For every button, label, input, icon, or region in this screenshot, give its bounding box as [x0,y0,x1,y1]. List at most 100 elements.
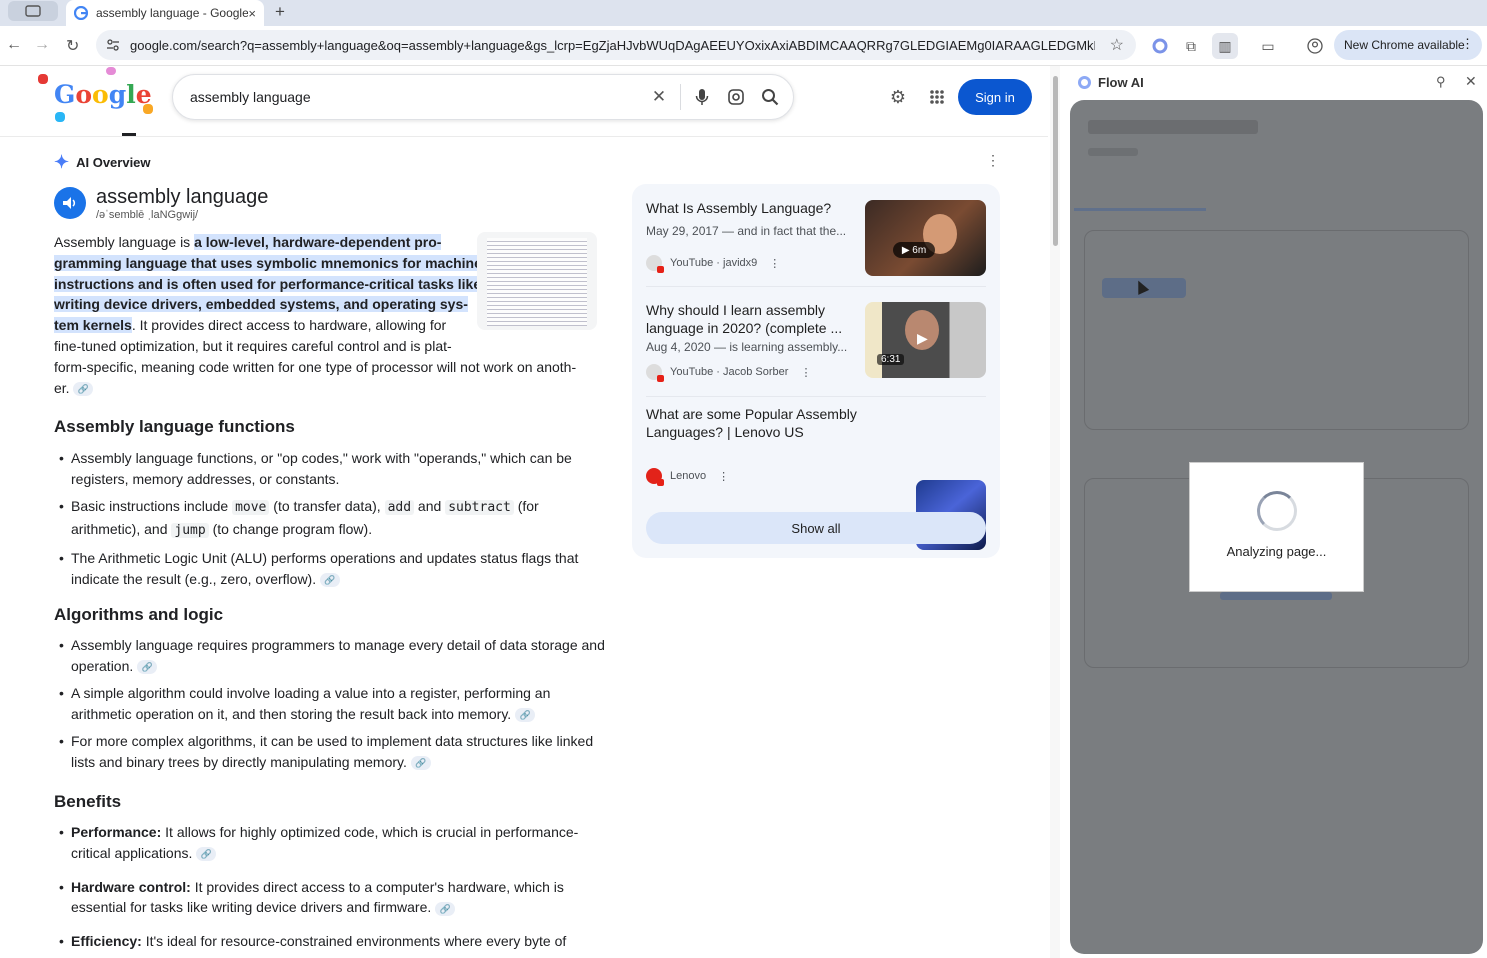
section-heading-functions: Assembly language functions [54,417,295,436]
settings-gear-icon[interactable]: ⚙ [887,86,909,108]
video-title[interactable]: Why should I learn assembly language in … [646,302,846,337]
tab-title: assembly language - Google [96,6,249,20]
list-item: Performance: It allows for highly optimi… [59,822,611,864]
tab-close-icon[interactable]: × [248,6,256,21]
search-results-page: Google assembly language ✕ ⚙ Sign in ✦ A… [0,66,1048,958]
side-panel-icon[interactable]: ▥ [1212,33,1238,59]
address-bar[interactable]: google.com/search?q=assembly+language&oq… [96,30,1136,60]
video-result[interactable]: What Is Assembly Language? May 29, 2017 … [646,200,986,286]
active-tab-indicator [122,133,136,136]
analyzing-dialog: Analyzing page... [1189,462,1364,592]
ai-overview-more-icon[interactable]: ⋮ [986,152,1000,169]
voice-search-icon[interactable] [685,80,719,114]
channel-avatar [646,364,664,382]
profile-icon[interactable] [1305,36,1325,56]
scrollbar-thumb[interactable] [1053,76,1058,246]
side-panel-title: Flow AI [1098,75,1144,90]
blurred-tab-indicator [1074,208,1206,211]
doodle-ghost-blue [55,112,65,122]
source-link-icon[interactable]: 🔗 [137,660,158,675]
play-icon: ▶ [917,330,928,346]
video-result[interactable]: Why should I learn assembly language in … [646,302,986,388]
more-options-icon[interactable]: ⋮ [800,366,811,379]
speaker-icon [63,197,76,209]
browser-tab[interactable]: assembly language - Google × [66,0,264,26]
blurred-panel-title [1088,120,1258,134]
blurred-goals-card [1084,230,1469,430]
forward-icon[interactable]: → [34,36,50,54]
back-icon[interactable]: ← [6,36,22,54]
source-link-icon[interactable]: 🔗 [515,708,536,723]
doodle-ghost-red [38,74,48,84]
pronunciation-text: /əˈsemblē ˌlaNGgwij/ [96,209,199,221]
extensions-puzzle-icon[interactable]: ⧉ [1181,36,1201,56]
more-options-icon[interactable]: ⋮ [718,470,729,483]
close-panel-icon[interactable]: ✕ [1465,73,1477,90]
chrome-menu-icon[interactable]: ⋮ [1461,36,1474,52]
bookmark-star-icon[interactable]: ☆ [1110,35,1124,55]
doodle-ghost-pink [106,67,116,75]
unpin-icon[interactable]: ⚲ [1436,74,1446,90]
tab-search-button[interactable] [8,1,58,21]
video-result[interactable]: What are some Popular Assembly Languages… [646,406,986,550]
section-heading-algorithms: Algorithms and logic [54,605,224,624]
analyzing-text: Analyzing page... [1226,544,1327,559]
summary-line: fine-tuned optimization, but it requires… [54,337,452,354]
divider [646,286,986,287]
source-link-icon[interactable]: 🔗 [435,901,456,916]
new-tab-button[interactable]: + [275,2,285,22]
list-item: Assembly language requires programmers t… [59,635,611,677]
video-date: May 29, 2017 — and in fact that the... [646,224,847,238]
google-doodle-logo[interactable]: Google [54,80,152,109]
summary-line: er. 🔗 [54,378,594,399]
video-thumbnail[interactable]: ▶ 6m [865,200,986,276]
flow-ai-extension-icon[interactable] [1150,36,1170,56]
update-chrome-button[interactable]: New Chrome available ⋮ [1334,30,1482,60]
video-results-card: What Is Assembly Language? May 29, 2017 … [632,184,1000,558]
lenovo-logo-icon [646,468,664,486]
video-source: Lenovo ⋮ [646,468,729,486]
list-item: Basic instructions include move (to tran… [59,496,611,542]
list-item: For more complex algorithms, it can be u… [59,731,611,773]
pronunciation-speaker-button[interactable] [54,187,86,219]
side-panel-header: Flow AI ⚲ ✕ [1062,66,1487,100]
lens-search-icon[interactable] [719,80,753,114]
list-item: Assembly language functions, or "op code… [59,448,611,490]
gemini-sparkle-icon: ✦ [54,152,70,172]
divider [646,396,986,397]
show-all-button[interactable]: Show all [646,512,986,544]
source-link-icon[interactable]: 🔗 [320,573,340,588]
source-link-icon[interactable]: 🔗 [73,381,94,396]
reload-icon[interactable]: ↻ [66,36,79,56]
search-input[interactable]: assembly language [190,89,642,105]
flow-ai-icon [1078,76,1091,89]
video-title[interactable]: What Is Assembly Language? [646,200,846,218]
loading-spinner-icon [1256,491,1297,531]
video-title[interactable]: What are some Popular Assembly Languages… [646,406,866,441]
video-thumbnail[interactable]: ▶ 6:31 [865,302,986,378]
search-icon[interactable] [753,80,787,114]
search-divider [680,84,681,110]
section-heading-benefits: Benefits [54,792,122,811]
site-info-icon[interactable] [106,38,120,52]
video-duration-badge: 6:31 [877,354,905,365]
google-apps-grid-icon[interactable] [926,86,948,108]
assembly-code-image[interactable] [477,232,597,330]
source-link-icon[interactable]: 🔗 [410,756,431,771]
tab-search-icon [25,5,41,17]
list-item: Efficiency: It's ideal for resource-cons… [59,931,611,952]
video-source: YouTube · Jacob Sorber ⋮ [646,364,811,382]
cast-icon[interactable]: ▭ [1258,36,1278,56]
video-source: YouTube · javidx9 ⋮ [646,255,780,273]
page-scrollbar[interactable] [1050,66,1060,958]
update-chrome-label: New Chrome available [1344,38,1465,52]
list-item: The Arithmetic Logic Unit (ALU) performs… [59,548,611,590]
more-options-icon[interactable]: ⋮ [769,257,780,270]
functions-list: Assembly language functions, or "op code… [59,448,611,596]
channel-avatar [646,255,664,273]
source-link-icon[interactable]: 🔗 [196,847,217,862]
sign-in-button[interactable]: Sign in [958,79,1032,115]
clear-search-icon[interactable]: ✕ [642,80,676,114]
google-favicon-icon [74,6,88,20]
search-box[interactable]: assembly language ✕ [172,74,794,120]
